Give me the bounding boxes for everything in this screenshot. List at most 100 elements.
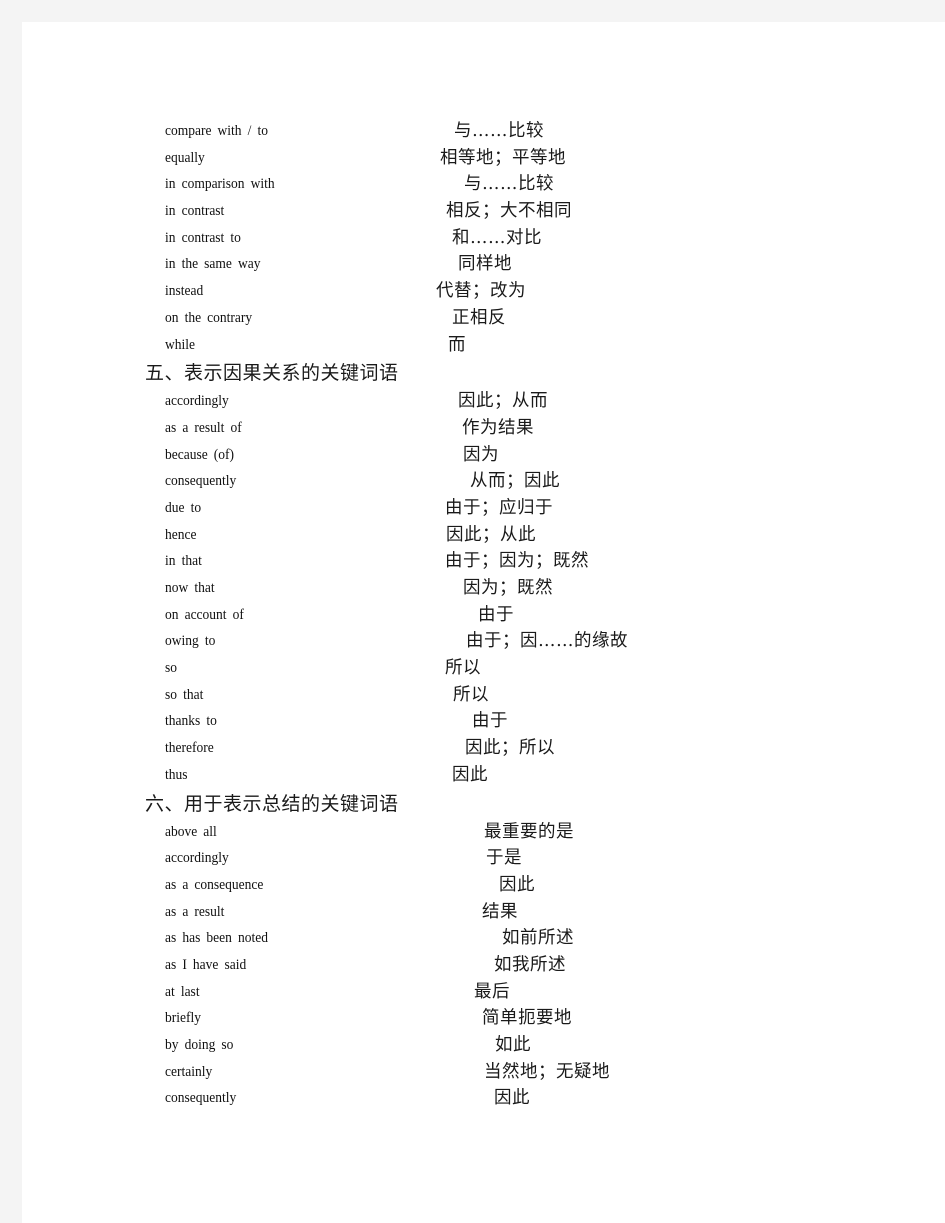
entry-gloss: 所以: [453, 684, 489, 705]
entry-gloss: 当然地；无疑地: [484, 1061, 610, 1082]
document-page: compare with / to 与……比较 equally 相等地；平等地 in c…: [22, 22, 945, 1223]
entry-term: certainly: [165, 1063, 213, 1080]
glossary-entry: as a result of 作为结果: [22, 415, 945, 442]
entry-term: accordingly: [165, 393, 229, 410]
entry-term: as I have said: [165, 956, 247, 973]
entry-gloss: 由于；应归于: [445, 497, 553, 518]
entry-term: consequently: [165, 1090, 237, 1107]
glossary-entry: due to 由于；应归于: [22, 495, 945, 522]
entry-term: now that: [165, 580, 215, 596]
glossary-entry: by doing so 如此: [22, 1032, 945, 1059]
entry-term: owing to: [165, 633, 216, 650]
entry-gloss: 与……比较: [464, 174, 554, 195]
entry-gloss: 如前所述: [502, 928, 574, 949]
entry-term: on the contrary: [165, 309, 253, 326]
entry-gloss: 代替；改为: [436, 281, 526, 302]
entry-gloss: 如我所述: [494, 954, 566, 975]
entry-term: at last: [165, 983, 200, 1000]
entry-gloss: 而: [448, 334, 466, 355]
glossary-entry: so 所以: [22, 655, 945, 682]
entry-gloss: 因此: [494, 1088, 530, 1109]
entry-term: in comparison with: [165, 176, 275, 193]
entry-term: thanks to: [165, 713, 217, 730]
glossary-entry: thanks to 由于: [22, 708, 945, 735]
entry-term: briefly: [165, 1010, 201, 1027]
entry-gloss: 最重要的是: [484, 821, 574, 842]
glossary-entry: instead 代替；改为: [22, 278, 945, 305]
glossary-entry: on the contrary 正相反: [22, 305, 945, 332]
entry-gloss: 作为结果: [462, 417, 534, 438]
glossary-entry: in contrast 相反；大不相同: [22, 198, 945, 225]
entry-term: as has been noted: [165, 930, 268, 947]
entry-term: equally: [165, 149, 205, 166]
glossary-entry: in the same way 同样地: [22, 251, 945, 278]
entry-gloss: 因为: [463, 444, 499, 465]
glossary-entry: now that 因为；既然: [22, 575, 945, 602]
entry-gloss: 因为；既然: [463, 578, 553, 598]
entry-term: due to: [165, 499, 202, 516]
glossary-entry: compare with / to 与……比较: [22, 118, 945, 145]
entry-term: as a consequence: [165, 876, 264, 893]
glossary-entry: briefly 简单扼要地: [22, 1005, 945, 1032]
entry-term: therefore: [165, 740, 214, 757]
entry-gloss: 相等地；平等地: [440, 147, 566, 168]
glossary-entry: in that 由于；因为；既然: [22, 548, 945, 575]
entry-gloss: 同样地: [458, 254, 512, 275]
entry-gloss: 结果: [482, 901, 518, 922]
entry-gloss: 与……比较: [454, 121, 544, 141]
entry-term: so that: [165, 686, 204, 703]
glossary-entry: certainly 当然地；无疑地: [22, 1059, 945, 1086]
entry-term: in contrast to: [165, 229, 241, 246]
glossary-entry: consequently 从而；因此: [22, 468, 945, 495]
entry-gloss: 如此: [495, 1035, 531, 1055]
glossary-entry: hence 因此；从此: [22, 522, 945, 549]
entry-gloss: 于是: [486, 848, 522, 869]
entry-gloss: 相反；大不相同: [446, 201, 572, 222]
entry-gloss: 所以: [445, 658, 481, 679]
entry-term: as a result: [165, 903, 225, 920]
glossary-entry: while 而: [22, 332, 945, 359]
entry-gloss: 因此；从此: [446, 524, 536, 545]
entry-gloss: 由于；因……的缘故: [466, 631, 628, 652]
glossary-entry: thus 因此: [22, 762, 945, 789]
glossary-entry: accordingly 因此；从而: [22, 388, 945, 415]
glossary-entry: owing to 由于；因……的缘故: [22, 628, 945, 655]
section-heading: 五、表示因果关系的关键词语: [145, 362, 399, 385]
glossary-entry: as a consequence 因此: [22, 872, 945, 899]
entry-term: while: [165, 336, 195, 353]
entry-term: in the same way: [165, 256, 261, 273]
glossary-entry: in contrast to 和……对比: [22, 225, 945, 252]
entry-gloss: 因此；所以: [465, 738, 555, 759]
entry-gloss: 最后: [474, 981, 510, 1002]
entry-term: so: [165, 660, 178, 677]
glossary-entry: at last 最后: [22, 979, 945, 1006]
entry-gloss: 由于；因为；既然: [445, 551, 589, 572]
entry-gloss: 和……对比: [452, 227, 542, 248]
entry-term: hence: [165, 526, 197, 543]
glossary-entry: accordingly 于是: [22, 845, 945, 872]
glossary-entry: above all 最重要的是: [22, 819, 945, 846]
glossary-entry: as I have said 如我所述: [22, 952, 945, 979]
entry-term: on account of: [165, 606, 244, 623]
entry-gloss: 从而；因此: [470, 471, 560, 492]
glossary-entry: as a result 结果: [22, 899, 945, 926]
glossary-entry: because (of) 因为: [22, 442, 945, 469]
keyword-section: compare with / to 与……比较 equally 相等地；平等地 in c…: [22, 118, 945, 358]
entry-term: accordingly: [165, 850, 229, 867]
entry-gloss: 因此: [499, 874, 535, 895]
entry-term: compare with / to: [165, 123, 268, 139]
glossary-entry: on account of 由于: [22, 602, 945, 629]
entry-gloss: 正相反: [452, 307, 506, 328]
entry-term: instead: [165, 283, 204, 300]
entry-gloss: 由于: [472, 711, 508, 732]
glossary-entry: in comparison with 与……比较: [22, 171, 945, 198]
keyword-section: 六、用于表示总结的关键词语 above all 最重要的是 accordingly 于是…: [22, 789, 945, 1113]
entry-gloss: 因此: [452, 764, 488, 785]
glossary-entry: therefore 因此；所以: [22, 735, 945, 762]
glossary-entry: so that 所以: [22, 682, 945, 709]
keyword-section: 五、表示因果关系的关键词语 accordingly 因此；从而 as a result…: [22, 358, 945, 788]
entry-term: above all: [165, 823, 217, 840]
entry-term: as a result of: [165, 419, 242, 436]
section-heading: 六、用于表示总结的关键词语: [145, 792, 399, 815]
entry-term: in that: [165, 553, 202, 570]
